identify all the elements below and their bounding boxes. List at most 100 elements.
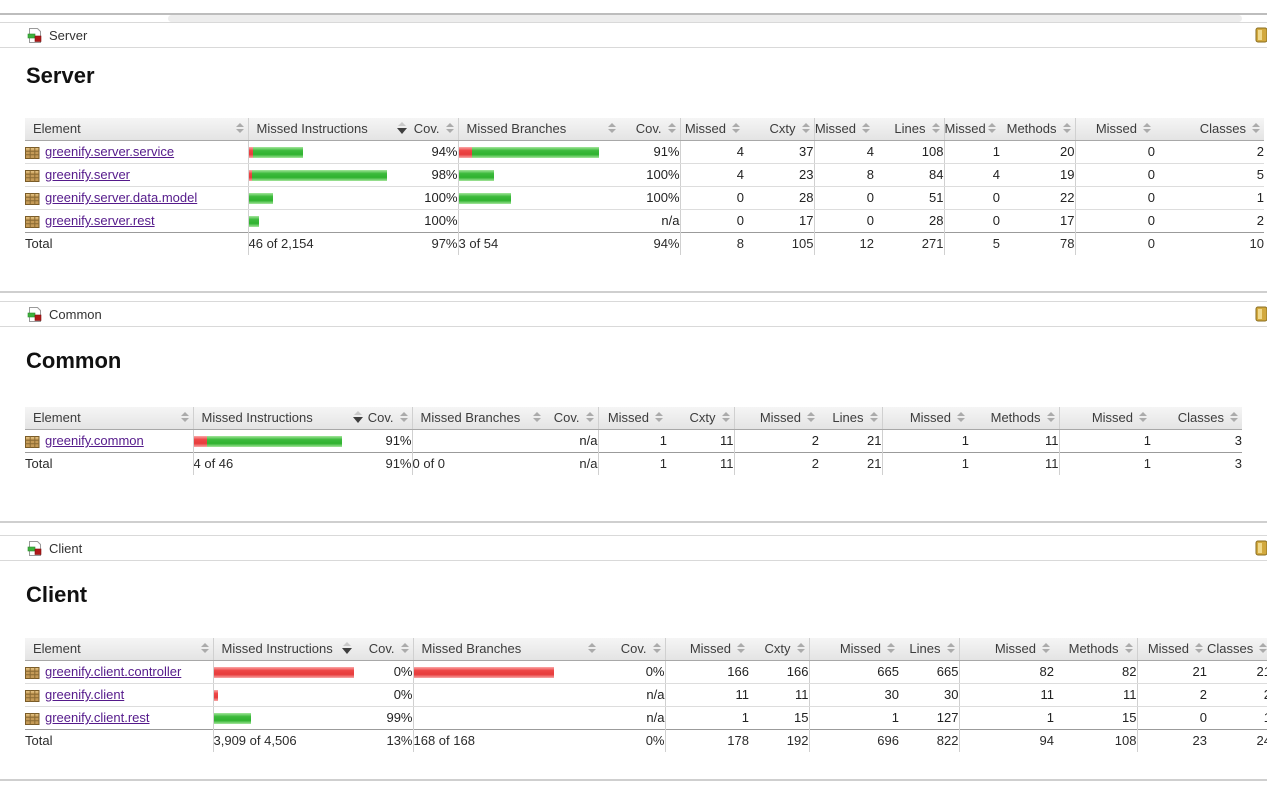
column-header-missed[interactable]: Missed bbox=[814, 118, 874, 141]
column-header-cov-[interactable]: Cov. bbox=[355, 638, 413, 661]
coverage-bar bbox=[459, 147, 621, 158]
package-icon bbox=[25, 192, 40, 205]
package-link[interactable]: greenify.server.service bbox=[45, 141, 174, 163]
missed-bar-segment bbox=[214, 690, 218, 701]
column-header-missed[interactable]: Missed bbox=[1059, 407, 1151, 430]
column-header-lines[interactable]: Lines bbox=[899, 638, 959, 661]
sessions-icon[interactable] bbox=[1253, 27, 1267, 43]
breadcrumb-label[interactable]: Common bbox=[49, 307, 102, 322]
metric-cell: 0 bbox=[814, 210, 874, 233]
bottom-divider bbox=[0, 779, 1267, 781]
metric-cell: 1 bbox=[944, 141, 1000, 164]
breadcrumb-label[interactable]: Server bbox=[49, 28, 87, 43]
total-metric-cell: 8 bbox=[680, 233, 744, 256]
column-header-cov-[interactable]: Cov. bbox=[366, 407, 412, 430]
missed-bar-segment bbox=[414, 667, 554, 678]
column-header-cov-[interactable]: Cov. bbox=[545, 407, 598, 430]
package-link[interactable]: greenify.client.rest bbox=[45, 707, 150, 729]
total-metric-cell: 23 bbox=[1137, 730, 1207, 753]
column-header-missed[interactable]: Missed bbox=[680, 118, 744, 141]
column-header-missed-branches[interactable]: Missed Branches bbox=[458, 118, 620, 141]
metric-cell: 28 bbox=[874, 210, 944, 233]
total-branches-cell: 3 of 54 bbox=[458, 233, 620, 256]
total-instructions-cell: 46 of 2,154 bbox=[248, 233, 410, 256]
column-header-missed[interactable]: Missed bbox=[809, 638, 899, 661]
package-link[interactable]: greenify.client bbox=[45, 684, 124, 706]
column-header-cov-[interactable]: Cov. bbox=[410, 118, 458, 141]
column-header-lines[interactable]: Lines bbox=[819, 407, 882, 430]
column-header-lines[interactable]: Lines bbox=[874, 118, 944, 141]
total-metric-cell: 822 bbox=[899, 730, 959, 753]
missed-branches-cell bbox=[413, 684, 600, 707]
total-metric-cell: 21 bbox=[819, 453, 882, 476]
column-header-classes[interactable]: Classes bbox=[1207, 638, 1267, 661]
horizontal-scrollbar-thumb[interactable] bbox=[168, 15, 1242, 22]
column-header-missed[interactable]: Missed bbox=[1075, 118, 1155, 141]
package-link[interactable]: greenify.common bbox=[45, 430, 144, 452]
column-header-cxty[interactable]: Cxty bbox=[749, 638, 809, 661]
column-header-missed[interactable]: Missed bbox=[944, 118, 1000, 141]
column-header-element[interactable]: Element bbox=[25, 638, 213, 661]
metric-cell: 5 bbox=[1155, 164, 1264, 187]
sort-icon bbox=[957, 412, 965, 424]
column-header-cov-[interactable]: Cov. bbox=[600, 638, 665, 661]
column-header-missed[interactable]: Missed bbox=[1137, 638, 1207, 661]
column-header-element[interactable]: Element bbox=[25, 118, 248, 141]
package-link[interactable]: greenify.server.data.model bbox=[45, 187, 197, 209]
column-header-missed-instructions[interactable]: Missed Instructions bbox=[193, 407, 366, 430]
coverage-bar bbox=[459, 170, 621, 181]
sessions-icon[interactable] bbox=[1253, 540, 1267, 556]
coverage-bar bbox=[214, 667, 356, 678]
column-header-cov-[interactable]: Cov. bbox=[620, 118, 680, 141]
total-metric-cell: 1 bbox=[598, 453, 667, 476]
column-header-missed[interactable]: Missed bbox=[598, 407, 667, 430]
missed-instructions-cell bbox=[248, 164, 410, 187]
metric-cell: 11 bbox=[1054, 684, 1137, 707]
branch-coverage-cell: n/a bbox=[620, 210, 680, 233]
column-header-methods[interactable]: Methods bbox=[1054, 638, 1137, 661]
column-header-missed[interactable]: Missed bbox=[734, 407, 819, 430]
sessions-icon[interactable] bbox=[1253, 306, 1267, 322]
sort-icon bbox=[653, 643, 661, 655]
package-icon bbox=[25, 215, 40, 228]
column-header-missed[interactable]: Missed bbox=[665, 638, 749, 661]
total-metric-cell: 94 bbox=[959, 730, 1054, 753]
column-header-missed[interactable]: Missed bbox=[882, 407, 969, 430]
sort-icon bbox=[932, 123, 940, 135]
column-header-cxty[interactable]: Cxty bbox=[667, 407, 734, 430]
branch-coverage-cell: n/a bbox=[600, 707, 665, 730]
sort-icon bbox=[797, 643, 805, 655]
column-header-classes[interactable]: Classes bbox=[1151, 407, 1242, 430]
sort-active-icon bbox=[398, 122, 406, 134]
column-header-methods[interactable]: Methods bbox=[969, 407, 1059, 430]
column-header-missed-instructions[interactable]: Missed Instructions bbox=[248, 118, 410, 141]
total-metric-cell: 1 bbox=[882, 453, 969, 476]
package-link[interactable]: greenify.server bbox=[45, 164, 130, 186]
metric-cell: 0 bbox=[1137, 707, 1207, 730]
column-header-methods[interactable]: Methods bbox=[1000, 118, 1075, 141]
column-header-element[interactable]: Element bbox=[25, 407, 193, 430]
metric-cell: 22 bbox=[1000, 187, 1075, 210]
column-header-missed-branches[interactable]: Missed Branches bbox=[412, 407, 545, 430]
missed-branches-cell bbox=[458, 210, 620, 233]
column-header-cxty[interactable]: Cxty bbox=[744, 118, 814, 141]
total-branch-coverage-cell: n/a bbox=[545, 453, 598, 476]
metric-cell: 665 bbox=[809, 661, 899, 684]
metric-cell: 665 bbox=[899, 661, 959, 684]
package-link[interactable]: greenify.client.controller bbox=[45, 661, 181, 683]
breadcrumb-label[interactable]: Client bbox=[49, 541, 82, 556]
metric-cell: 84 bbox=[874, 164, 944, 187]
sort-icon bbox=[588, 643, 596, 655]
column-header-missed[interactable]: Missed bbox=[959, 638, 1054, 661]
sort-icon bbox=[608, 123, 616, 135]
metric-cell: 23 bbox=[744, 164, 814, 187]
metric-cell: 20 bbox=[1000, 141, 1075, 164]
instruction-coverage-cell: 100% bbox=[410, 210, 458, 233]
column-header-missed-branches[interactable]: Missed Branches bbox=[413, 638, 600, 661]
column-header-missed-instructions[interactable]: Missed Instructions bbox=[213, 638, 355, 661]
table-row: greenify.client0%n/a11113030111122 bbox=[25, 684, 1267, 707]
header-row: ElementMissed InstructionsCov.Missed Bra… bbox=[25, 638, 1267, 661]
column-header-classes[interactable]: Classes bbox=[1155, 118, 1264, 141]
total-instructions-cell: 3,909 of 4,506 bbox=[213, 730, 355, 753]
package-link[interactable]: greenify.server.rest bbox=[45, 210, 155, 232]
